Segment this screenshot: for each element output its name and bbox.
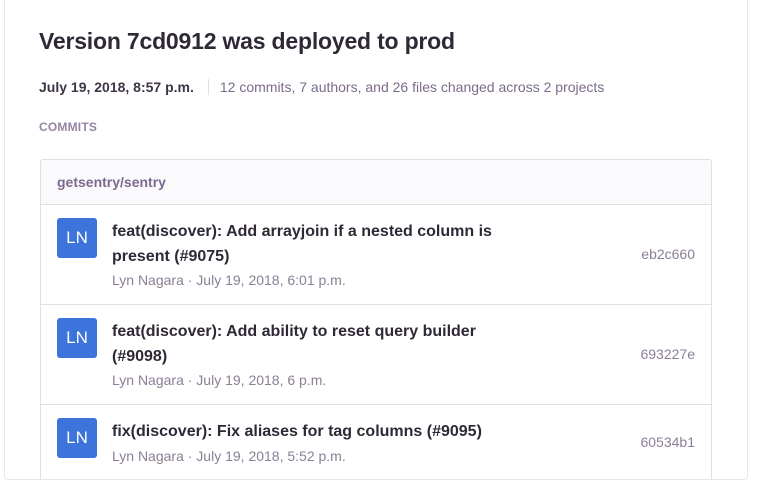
deploy-card: Version 7cd0912 was deployed to prod Jul…: [4, 0, 748, 480]
meta-divider: [207, 79, 209, 95]
release-meta: July 19, 2018, 8:57 p.m. 12 commits, 7 a…: [39, 78, 604, 96]
commit-row[interactable]: LN feat(discover): Add ability to reset …: [41, 305, 711, 405]
commits-panel: getsentry/sentry LN feat(discover): Add …: [40, 159, 712, 479]
page-title: Version 7cd0912 was deployed to prod: [39, 28, 455, 54]
deploy-date: July 19, 2018, 8:57 p.m.: [39, 79, 194, 95]
commit-sha[interactable]: 693227e: [640, 346, 695, 362]
avatar: LN: [57, 218, 97, 258]
repo-name: getsentry/sentry: [41, 160, 711, 205]
commit-row[interactable]: LN feat(discover): Add arrayjoin if a ne…: [41, 205, 711, 305]
commit-author-line: Lyn Nagara · July 19, 2018, 6 p.m.: [112, 372, 327, 388]
commit-message[interactable]: fix(discover): Fix aliases for tag colum…: [112, 419, 512, 444]
avatar: LN: [57, 318, 97, 358]
release-summary: 12 commits, 7 authors, and 26 files chan…: [219, 79, 605, 95]
commit-author-line: Lyn Nagara · July 19, 2018, 5:52 p.m.: [112, 448, 346, 464]
commit-message[interactable]: feat(discover): Add arrayjoin if a neste…: [112, 219, 512, 269]
commit-sha[interactable]: 60534b1: [640, 434, 695, 450]
avatar: LN: [57, 418, 97, 458]
commit-message[interactable]: feat(discover): Add ability to reset que…: [112, 319, 512, 369]
commit-sha[interactable]: eb2c660: [641, 246, 695, 262]
commit-row[interactable]: LN fix(discover): Fix aliases for tag co…: [41, 405, 711, 479]
commit-author-line: Lyn Nagara · July 19, 2018, 6:01 p.m.: [112, 272, 346, 288]
commits-section-label: COMMITS: [39, 120, 98, 134]
